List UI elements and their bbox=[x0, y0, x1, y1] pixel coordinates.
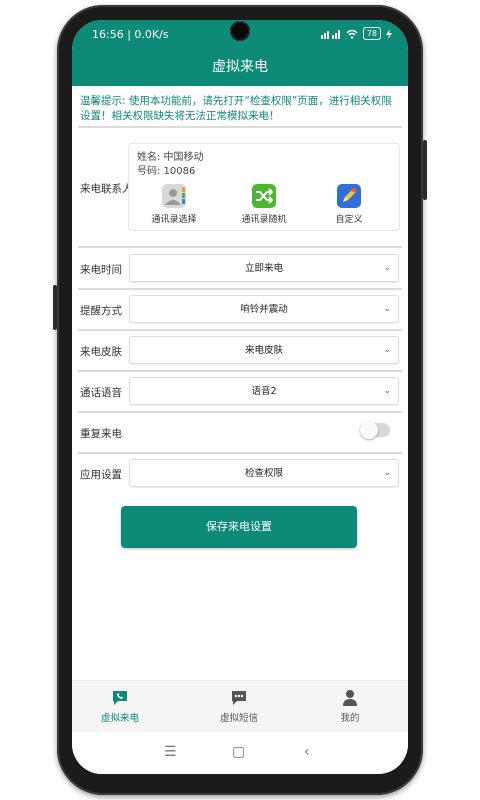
divider bbox=[78, 370, 402, 372]
call-voice-value: 语音2 bbox=[251, 386, 277, 397]
remind-mode-label: 提醒方式 bbox=[80, 305, 122, 317]
custom-contact-label: 自定义 bbox=[335, 215, 363, 225]
repeat-call-toggle[interactable] bbox=[360, 421, 390, 439]
call-time-value: 立即来电 bbox=[244, 263, 283, 274]
chevron-down-icon: ⌄ bbox=[383, 263, 391, 273]
call-voice-select[interactable]: 语音2 ⌄ bbox=[129, 377, 399, 405]
back-icon[interactable]: ‹ bbox=[304, 744, 310, 760]
nav-label-virtual-call: 虚拟来电 bbox=[100, 713, 139, 724]
phone-chat-icon bbox=[113, 691, 127, 705]
call-time-label: 来电时间 bbox=[80, 264, 122, 276]
shuffle-icon bbox=[252, 184, 276, 208]
permission-tip: 温馨提示: 使用本功能前，请先打开“检查权限”页面，进行相关权限设置！相关权限缺… bbox=[80, 95, 392, 122]
front-camera bbox=[232, 23, 248, 39]
nav-label-virtual-sms: 虚拟短信 bbox=[219, 713, 258, 724]
call-time-select[interactable]: 立即来电 ⌄ bbox=[129, 254, 399, 282]
chevron-down-icon: ⌄ bbox=[383, 386, 391, 396]
charging-icon bbox=[386, 28, 392, 39]
divider bbox=[78, 288, 402, 290]
sms-icon bbox=[232, 691, 246, 705]
chevron-down-icon: ⌄ bbox=[383, 304, 391, 314]
person-icon bbox=[343, 690, 357, 706]
repeat-call-label: 重复来电 bbox=[80, 428, 122, 440]
volume-button bbox=[53, 285, 57, 330]
page-title: 虚拟来电 bbox=[72, 48, 408, 86]
call-voice-label: 通话语音 bbox=[80, 387, 122, 399]
pencil-icon bbox=[337, 184, 361, 208]
status-icons: 78 bbox=[320, 27, 392, 40]
app-settings-label: 应用设置 bbox=[80, 469, 122, 481]
signal-icon bbox=[320, 29, 340, 39]
divider bbox=[78, 452, 402, 454]
contacts-icon bbox=[162, 184, 186, 208]
nav-tab-virtual-call[interactable]: 虚拟来电 bbox=[80, 689, 160, 724]
status-time: 16:56 | 0.0K/s bbox=[92, 28, 169, 41]
status-bar: 16:56 | 0.0K/s 78 bbox=[72, 20, 408, 48]
save-settings-button[interactable]: 保存来电设置 bbox=[121, 506, 357, 548]
app-settings-value: 检查权限 bbox=[244, 468, 283, 479]
call-skin-label: 来电皮肤 bbox=[80, 346, 122, 358]
wifi-icon bbox=[346, 29, 358, 39]
bottom-nav: 虚拟来电 虚拟短信 我的 bbox=[72, 680, 408, 732]
app-settings-select[interactable]: 检查权限 ⌄ bbox=[129, 459, 399, 487]
chevron-down-icon: ⌄ bbox=[383, 345, 391, 355]
contacts-random-button[interactable]: 通讯录随机 bbox=[229, 182, 299, 225]
home-icon[interactable]: ▢ bbox=[232, 744, 245, 760]
call-skin-select[interactable]: 来电皮肤 ⌄ bbox=[129, 336, 399, 364]
contacts-select-label: 通讯录选择 bbox=[151, 215, 197, 225]
power-button bbox=[423, 140, 427, 200]
divider bbox=[78, 329, 402, 331]
battery-indicator: 78 bbox=[362, 27, 381, 40]
toggle-knob bbox=[360, 421, 378, 439]
contact-number: 号码: 10086 bbox=[137, 166, 196, 177]
custom-contact-button[interactable]: 自定义 bbox=[314, 182, 384, 225]
nav-tab-mine[interactable]: 我的 bbox=[310, 689, 390, 724]
nav-label-mine: 我的 bbox=[340, 713, 360, 724]
contacts-random-label: 通讯录随机 bbox=[241, 215, 287, 225]
nav-tab-virtual-sms[interactable]: 虚拟短信 bbox=[199, 689, 279, 724]
divider bbox=[78, 411, 402, 413]
contact-name: 姓名: 中国移动 bbox=[137, 152, 204, 163]
contact-card: 姓名: 中国移动 号码: 10086 通讯录选择 通讯录随机 自定义 bbox=[128, 143, 400, 231]
app-screen: 16:56 | 0.0K/s 78 虚拟来电 温馨提示: 使用本功能前，请先打开… bbox=[72, 20, 408, 774]
remind-mode-select[interactable]: 响铃并震动 ⌄ bbox=[129, 295, 399, 323]
system-nav-bar: ☰ ▢ ‹ bbox=[72, 732, 408, 774]
menu-icon[interactable]: ☰ bbox=[164, 744, 177, 760]
remind-mode-value: 响铃并震动 bbox=[240, 304, 288, 315]
divider bbox=[78, 126, 402, 128]
divider bbox=[78, 246, 402, 248]
contact-label: 来电联系人 bbox=[80, 183, 133, 195]
chevron-down-icon: ⌄ bbox=[383, 468, 391, 478]
call-skin-value: 来电皮肤 bbox=[244, 345, 283, 356]
contacts-select-button[interactable]: 通讯录选择 bbox=[139, 182, 209, 225]
